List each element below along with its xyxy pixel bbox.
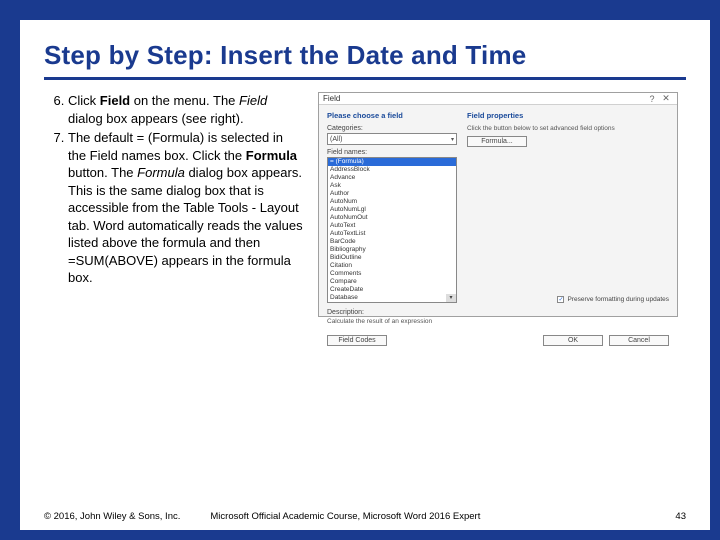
field-properties-hint: Click the button below to set advanced f… (467, 125, 669, 132)
list-item[interactable]: Comments (328, 270, 456, 278)
list-item[interactable]: AddressBlock (328, 166, 456, 174)
preserve-label: Preserve formatting during updates (567, 296, 669, 303)
chevron-down-icon: ▾ (451, 136, 454, 143)
course-text: Microsoft Official Academic Course, Micr… (210, 511, 480, 522)
list-item[interactable]: BarCode (328, 238, 456, 246)
title-rule (44, 77, 686, 80)
slide-footer: © 2016, John Wiley & Sons, Inc. Microsof… (44, 511, 686, 522)
ok-button[interactable]: OK (543, 335, 603, 346)
list-item[interactable]: CreateDate (328, 286, 456, 294)
categories-label: Categories: (327, 125, 457, 132)
field-codes-button[interactable]: Field Codes (327, 335, 387, 346)
slide-body: Click Field on the menu. The Field dialo… (44, 92, 686, 317)
field-properties-heading: Field properties (467, 111, 669, 120)
close-icon[interactable]: ✕ (659, 93, 673, 104)
step-7: The default = (Formula) is selected in t… (68, 129, 304, 287)
chevron-down-icon[interactable]: ▾ (446, 294, 456, 302)
copyright-text: © 2016, John Wiley & Sons, Inc. (44, 511, 180, 522)
list-item[interactable]: AutoText (328, 222, 456, 230)
dialog-content: Please choose a field Categories: (All) … (319, 105, 677, 307)
dialog-left-pane: Please choose a field Categories: (All) … (327, 111, 457, 303)
list-item[interactable]: AutoNumOut (328, 214, 456, 222)
field-dialog: Field ? ✕ Please choose a field Categori… (318, 92, 678, 317)
slide-frame: Step by Step: Insert the Date and Time C… (0, 0, 720, 540)
categories-value: (All) (330, 136, 342, 143)
description-row: Description: Calculate the result of an … (319, 307, 677, 331)
dialog-titlebar: Field ? ✕ (319, 93, 677, 105)
dialog-column: Field ? ✕ Please choose a field Categori… (318, 92, 686, 317)
page-number: 43 (675, 511, 686, 522)
description-text: Calculate the result of an expression (327, 316, 669, 329)
dialog-footer: Field Codes OK Cancel (319, 331, 677, 352)
list-item[interactable]: Advance (328, 174, 456, 182)
list-item[interactable]: Ask (328, 182, 456, 190)
step-list: Click Field on the menu. The Field dialo… (44, 92, 304, 287)
fieldnames-label: Field names: (327, 149, 457, 156)
slide-title: Step by Step: Insert the Date and Time (44, 40, 686, 71)
list-item[interactable]: Compare (328, 278, 456, 286)
list-item[interactable]: BidiOutline (328, 254, 456, 262)
list-item[interactable]: Database (328, 294, 456, 302)
formula-button[interactable]: Formula... (467, 136, 527, 147)
description-label: Description: (327, 309, 669, 316)
list-item[interactable]: Citation (328, 262, 456, 270)
list-item[interactable]: AutoTextList (328, 230, 456, 238)
dialog-title: Field (323, 94, 645, 103)
step-6: Click Field on the menu. The Field dialo… (68, 92, 304, 127)
choose-field-heading: Please choose a field (327, 111, 457, 120)
instruction-text: Click Field on the menu. The Field dialo… (44, 92, 304, 317)
list-item[interactable]: AutoNum (328, 198, 456, 206)
dialog-right-pane: Field properties Click the button below … (467, 111, 669, 303)
categories-select[interactable]: (All) ▾ (327, 133, 457, 145)
list-item[interactable]: Author (328, 190, 456, 198)
checkbox-icon: ✓ (557, 296, 564, 303)
slide: Step by Step: Insert the Date and Time C… (20, 20, 710, 530)
list-item[interactable]: Bibliography (328, 246, 456, 254)
list-item[interactable]: = (Formula) (328, 158, 456, 166)
help-icon[interactable]: ? (645, 94, 659, 104)
list-item[interactable]: AutoNumLgl (328, 206, 456, 214)
cancel-button[interactable]: Cancel (609, 335, 669, 346)
fieldnames-listbox[interactable]: = (Formula) AddressBlock Advance Ask Aut… (327, 157, 457, 303)
preserve-formatting-checkbox[interactable]: ✓ Preserve formatting during updates (467, 296, 669, 303)
